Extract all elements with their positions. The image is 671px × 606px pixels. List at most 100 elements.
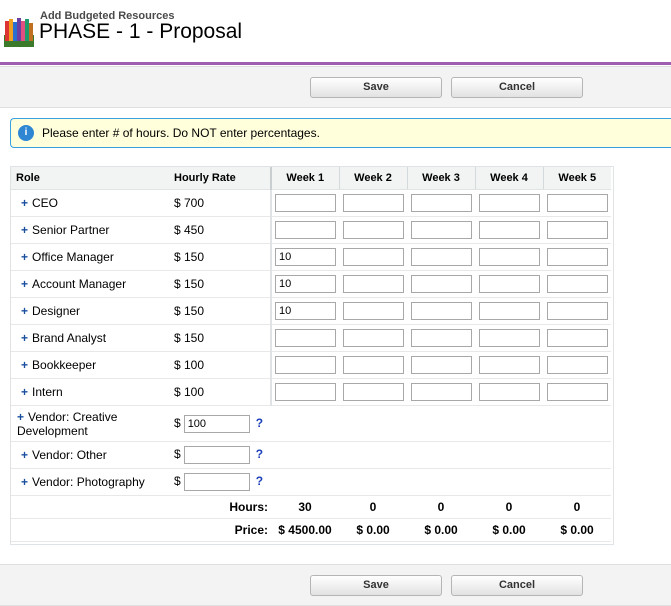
expand-plus-icon[interactable]: + (21, 250, 28, 264)
hours-input-week-2[interactable] (342, 329, 404, 347)
price-total-week-2: $ 0.00 (339, 518, 407, 542)
hours-input-week-3[interactable] (410, 248, 472, 266)
hours-input-week-3[interactable] (410, 383, 472, 401)
hours-input-week-2[interactable] (342, 356, 404, 374)
role-cell: + CEO (11, 189, 169, 217)
help-icon[interactable]: ? (256, 416, 263, 430)
vendor-rate-cell: $? (169, 468, 271, 496)
vendor-rate-input[interactable] (183, 446, 250, 464)
week-cell (407, 297, 475, 325)
save-button[interactable]: Save (310, 575, 442, 596)
week-cell (407, 243, 475, 271)
hours-input-week-1[interactable] (275, 275, 336, 293)
week-cell (339, 189, 407, 217)
page-title: PHASE - 1 - Proposal (39, 20, 243, 43)
week-cell (270, 351, 339, 379)
hours-input-week-3[interactable] (410, 275, 472, 293)
expand-plus-icon[interactable]: + (21, 448, 28, 462)
hours-input-week-3[interactable] (410, 302, 472, 320)
expand-plus-icon[interactable]: + (21, 196, 28, 210)
hours-input-week-2[interactable] (342, 248, 404, 266)
week-cell (543, 216, 611, 244)
column-header-week-2: Week 2 (338, 167, 407, 190)
hours-input-week-5[interactable] (546, 194, 608, 212)
expand-plus-icon[interactable]: + (21, 385, 28, 399)
hours-input-week-4[interactable] (478, 383, 540, 401)
hours-input-week-4[interactable] (478, 329, 540, 347)
hours-input-week-5[interactable] (546, 329, 608, 347)
hours-input-week-4[interactable] (478, 302, 540, 320)
hours-input-week-2[interactable] (342, 383, 404, 401)
hours-input-week-1[interactable] (275, 329, 336, 347)
vendor-rate-input[interactable] (183, 414, 250, 433)
hours-input-week-5[interactable] (546, 221, 608, 239)
hours-input-week-4[interactable] (478, 275, 540, 293)
hours-input-week-5[interactable] (546, 248, 608, 266)
info-icon: i (18, 125, 34, 141)
hours-input-week-5[interactable] (546, 383, 608, 401)
table-row: + Intern $ 100 (11, 378, 611, 406)
hours-input-week-1[interactable] (275, 302, 336, 320)
hours-input-week-3[interactable] (410, 194, 472, 212)
expand-plus-icon[interactable]: + (21, 223, 28, 237)
bottom-button-bar: Save Cancel (0, 564, 671, 606)
expand-plus-icon[interactable]: + (17, 410, 24, 424)
help-icon[interactable]: ? (256, 474, 263, 488)
info-message: i Please enter # of hours. Do NOT enter … (10, 118, 671, 148)
hours-input-week-5[interactable] (546, 275, 608, 293)
hours-input-week-1[interactable] (275, 383, 336, 401)
expand-plus-icon[interactable]: + (21, 331, 28, 345)
help-icon[interactable]: ? (256, 447, 263, 461)
hourly-rate: $ 150 (169, 243, 271, 271)
hours-input-week-3[interactable] (410, 329, 472, 347)
expand-plus-icon[interactable]: + (21, 475, 28, 489)
week-cell (475, 216, 543, 244)
hours-input-week-2[interactable] (342, 194, 404, 212)
week-cell (270, 324, 339, 352)
expand-plus-icon[interactable]: + (21, 358, 28, 372)
week-cell (475, 270, 543, 298)
vendor-rate-cell: $? (169, 441, 271, 469)
expand-plus-icon[interactable]: + (21, 277, 28, 291)
hours-input-week-1[interactable] (275, 194, 336, 212)
vendor-row: +Vendor: Creative Development$? (11, 405, 611, 442)
cancel-button[interactable]: Cancel (451, 77, 583, 98)
role-cell: + Senior Partner (11, 216, 169, 244)
role-cell: + Vendor: Photography (11, 468, 169, 496)
hours-input-week-1[interactable] (275, 356, 336, 374)
expand-plus-icon[interactable]: + (21, 304, 28, 318)
hours-input-week-2[interactable] (342, 302, 404, 320)
vendor-rate-input[interactable] (183, 473, 250, 491)
save-button[interactable]: Save (310, 77, 442, 98)
week-cell (339, 351, 407, 379)
week-cell (407, 270, 475, 298)
week-cell (270, 270, 339, 298)
cancel-button[interactable]: Cancel (451, 575, 583, 596)
hours-input-week-1[interactable] (275, 248, 336, 266)
column-header-week-5: Week 5 (542, 167, 611, 190)
week-cell (543, 243, 611, 271)
hours-input-week-4[interactable] (478, 248, 540, 266)
hours-input-week-5[interactable] (546, 356, 608, 374)
vendor-row: + Vendor: Other $? (11, 441, 611, 469)
price-total-row: Price: $ 4500.00 $ 0.00 $ 0.00 $ 0.00 $ … (11, 518, 611, 542)
role-cell: + Vendor: Creative Development (11, 405, 169, 442)
role-name: Senior Partner (32, 223, 110, 237)
hours-input-week-5[interactable] (546, 302, 608, 320)
hours-input-week-2[interactable] (342, 275, 404, 293)
hours-total-week-3: 0 (407, 495, 475, 519)
hours-input-week-4[interactable] (478, 194, 540, 212)
hours-input-week-4[interactable] (478, 356, 540, 374)
hours-input-week-1[interactable] (275, 221, 336, 239)
hours-input-week-3[interactable] (410, 356, 472, 374)
price-total-week-3: $ 0.00 (407, 518, 475, 542)
column-header-role: Role (11, 167, 169, 190)
column-header-week-1: Week 1 (270, 167, 339, 190)
week-cell (475, 243, 543, 271)
hours-input-week-2[interactable] (342, 221, 404, 239)
hours-input-week-4[interactable] (478, 221, 540, 239)
resources-table: Role Hourly Rate Week 1 Week 2 Week 3 We… (10, 166, 614, 545)
hours-input-week-3[interactable] (410, 221, 472, 239)
column-header-week-3: Week 3 (406, 167, 475, 190)
table-row: + Office Manager $ 150 (11, 243, 611, 271)
